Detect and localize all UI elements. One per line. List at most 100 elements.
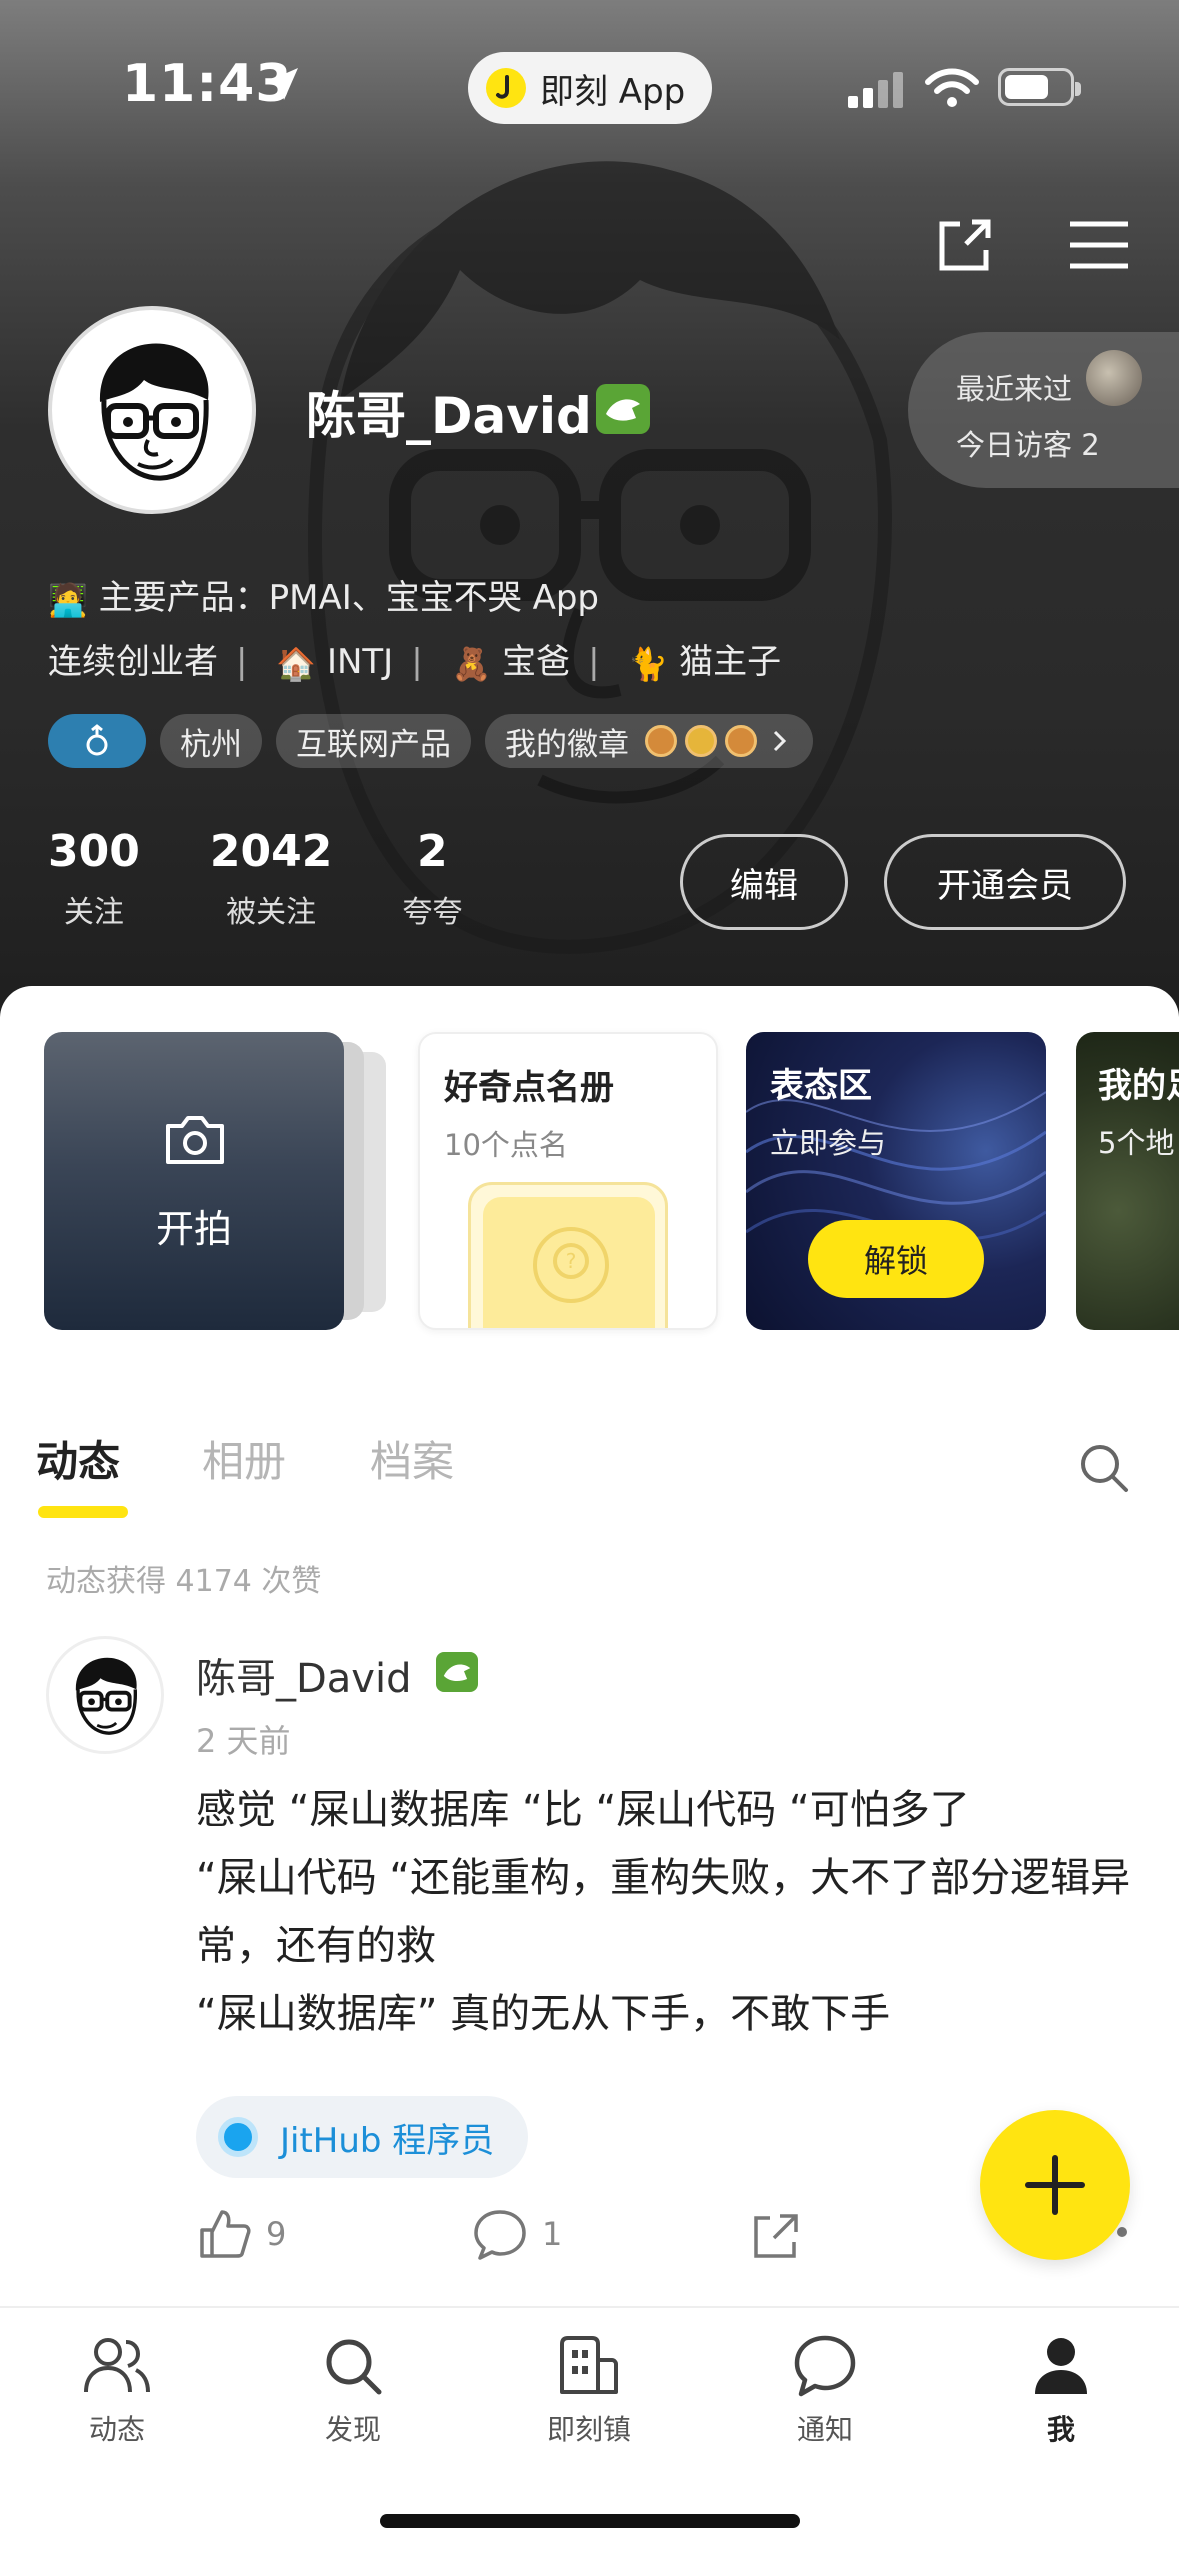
location-chip[interactable]: 杭州: [160, 714, 262, 768]
following-label: 关注: [63, 895, 124, 930]
home-indicator: [380, 2514, 800, 2528]
shoot-card[interactable]: 开拍: [44, 1032, 344, 1330]
badges-chip[interactable]: 我的徽章: [485, 714, 813, 768]
tabbar-discover[interactable]: 发现: [278, 2334, 428, 2448]
tabbar-notifications-label: 通知: [796, 2413, 853, 2446]
feature-cards: 开拍 好奇点名册 10个点名 ? 表态区 立即参与 解锁 我的 5个地: [0, 1032, 1179, 1332]
like-button[interactable]: 9: [196, 2206, 286, 2262]
bio-tag-founder: 连续创业者: [48, 642, 218, 682]
badge-medal-icon: [725, 725, 757, 757]
membership-button[interactable]: 开通会员: [884, 834, 1126, 930]
followers-stat[interactable]: 2042 被关注: [210, 826, 332, 931]
attitude-subtitle: 立即参与: [770, 1126, 887, 1160]
visitor-avatar: [1086, 350, 1142, 406]
location-arrow-icon: [266, 68, 298, 100]
app-switch-pill[interactable]: 即刻 App: [468, 52, 712, 124]
profile-stats: 300 关注 2042 被关注 2 夸夸: [48, 826, 462, 931]
plus-icon: [1025, 2155, 1085, 2215]
post-text: 感觉 “屎山数据库 “比 “屎山代码 “可怕多了 “屎山代码 “还能重构，重构失…: [196, 1787, 1131, 2037]
curious-roll-card[interactable]: 好奇点名册 10个点名 ?: [418, 1032, 718, 1330]
house-emoji-icon: 🏠: [276, 644, 317, 683]
wifi-icon: [925, 68, 979, 107]
post-timestamp: 2 天前: [196, 1722, 291, 1760]
shoot-label: 开拍: [155, 1207, 232, 1251]
share-icon[interactable]: [748, 2208, 804, 2264]
bio-products-text: 主要产品：PMAI、宝宝不哭 App: [98, 578, 600, 618]
badge-medal-icon: [645, 725, 677, 757]
tabbar-town[interactable]: 即刻镇: [514, 2334, 664, 2448]
unlock-button[interactable]: 解锁: [808, 1220, 984, 1298]
tabbar-discover-label: 发现: [324, 2413, 381, 2446]
tab-album[interactable]: 相册: [202, 1428, 286, 1489]
recent-visitors[interactable]: 最近来过 今日访客 2: [908, 332, 1179, 488]
cat-emoji-icon: 🐈: [628, 644, 669, 683]
tabbar-feed-label: 动态: [88, 2413, 145, 2446]
profile-chips: 杭州 互联网产品 我的徽章: [48, 714, 813, 768]
post-author-name[interactable]: 陈哥_David: [196, 1646, 412, 1704]
profile-tabs: 动态 相册 档案: [0, 1416, 1179, 1526]
today-visitors-label: 今日访客 2: [956, 428, 1100, 462]
battery-icon: [998, 68, 1081, 106]
topic-icon: [218, 2117, 258, 2157]
badges-label: 我的徽章: [505, 726, 629, 763]
svg-text:?: ?: [566, 1249, 577, 1273]
technologist-emoji-icon: 🧑‍💻: [48, 580, 88, 619]
tabbar-me[interactable]: 我: [986, 2334, 1136, 2448]
camera-icon: [166, 1116, 224, 1164]
badge-medal-icon: [685, 725, 717, 757]
active-tab-indicator: [38, 1506, 128, 1518]
search-icon[interactable]: [1078, 1442, 1130, 1494]
following-count: 300: [48, 826, 140, 877]
tabbar-feed[interactable]: 动态: [42, 2334, 192, 2448]
my-map-card[interactable]: 我的足 5个地: [1076, 1032, 1179, 1330]
jike-logo-icon: [486, 68, 526, 108]
comment-count: 1: [542, 2215, 563, 2253]
menu-icon[interactable]: [1064, 210, 1134, 280]
bio-line-tags: 连续创业者 | 🏠 INTJ | 🧸 宝爸 | 🐈 猫主子: [48, 642, 782, 683]
gender-male-chip[interactable]: [48, 714, 146, 768]
people-icon: [84, 2338, 150, 2393]
bio-line-products: 🧑‍💻 主要产品：PMAI、宝宝不哭 App: [48, 570, 599, 619]
attitude-zone-card[interactable]: 表态区 立即参与 解锁: [746, 1032, 1046, 1330]
tabbar-town-label: 即刻镇: [546, 2413, 631, 2446]
map-title: 我的足: [1098, 1066, 1179, 1106]
thumbs-up-icon: [200, 2210, 251, 2258]
tabbar-me-label: 我: [1046, 2413, 1075, 2446]
post-topic-tag[interactable]: JitHub 程序员: [196, 2096, 529, 2178]
create-post-button[interactable]: [980, 2110, 1130, 2260]
teddy-bear-emoji-icon: 🧸: [451, 644, 492, 683]
tabbar-notifications[interactable]: 通知: [750, 2334, 900, 2448]
post-author-avatar[interactable]: [46, 1636, 164, 1754]
recent-visitors-label: 最近来过: [956, 372, 1073, 406]
person-icon: [1035, 2338, 1087, 2394]
bio-tag-mbti: INTJ: [326, 642, 394, 682]
app-pill-label: 即刻 App: [540, 71, 686, 112]
share-profile-icon[interactable]: [930, 210, 1000, 280]
following-stat[interactable]: 300 关注: [48, 826, 140, 931]
like-count: 9: [266, 2215, 287, 2253]
verified-bird-icon: [596, 384, 650, 434]
total-likes-text: 动态获得 4174 次赞: [46, 1564, 322, 1599]
industry-chip[interactable]: 互联网产品: [276, 714, 471, 768]
profile-avatar[interactable]: [48, 306, 256, 514]
followers-count: 2042: [209, 826, 333, 877]
map-subtitle: 5个地: [1098, 1126, 1175, 1160]
tab-archive[interactable]: 档案: [370, 1428, 454, 1489]
edit-profile-button[interactable]: 编辑: [680, 834, 848, 930]
praise-stat[interactable]: 2 夸夸: [402, 826, 462, 931]
praise-count: 2: [417, 826, 448, 877]
building-icon: [560, 2336, 618, 2394]
tab-feed[interactable]: 动态: [36, 1428, 120, 1489]
bio-tag-dad: 宝爸: [502, 642, 571, 682]
comment-bubble-icon: [474, 2210, 526, 2260]
curious-subtitle: 10个点名: [444, 1128, 568, 1162]
profile-header: 11:43 即刻 App: [0, 0, 1179, 1020]
attitude-title: 表态区: [770, 1066, 872, 1106]
status-bar: 11:43 即刻 App: [0, 0, 1179, 170]
comment-button[interactable]: 1: [472, 2206, 562, 2262]
chevron-right-icon: [773, 730, 787, 752]
male-symbol-icon: [86, 724, 108, 756]
curious-lightbulb-icon: ?: [468, 1182, 668, 1328]
chat-bubble-icon: [794, 2335, 856, 2397]
curious-title: 好奇点名册: [444, 1068, 614, 1108]
